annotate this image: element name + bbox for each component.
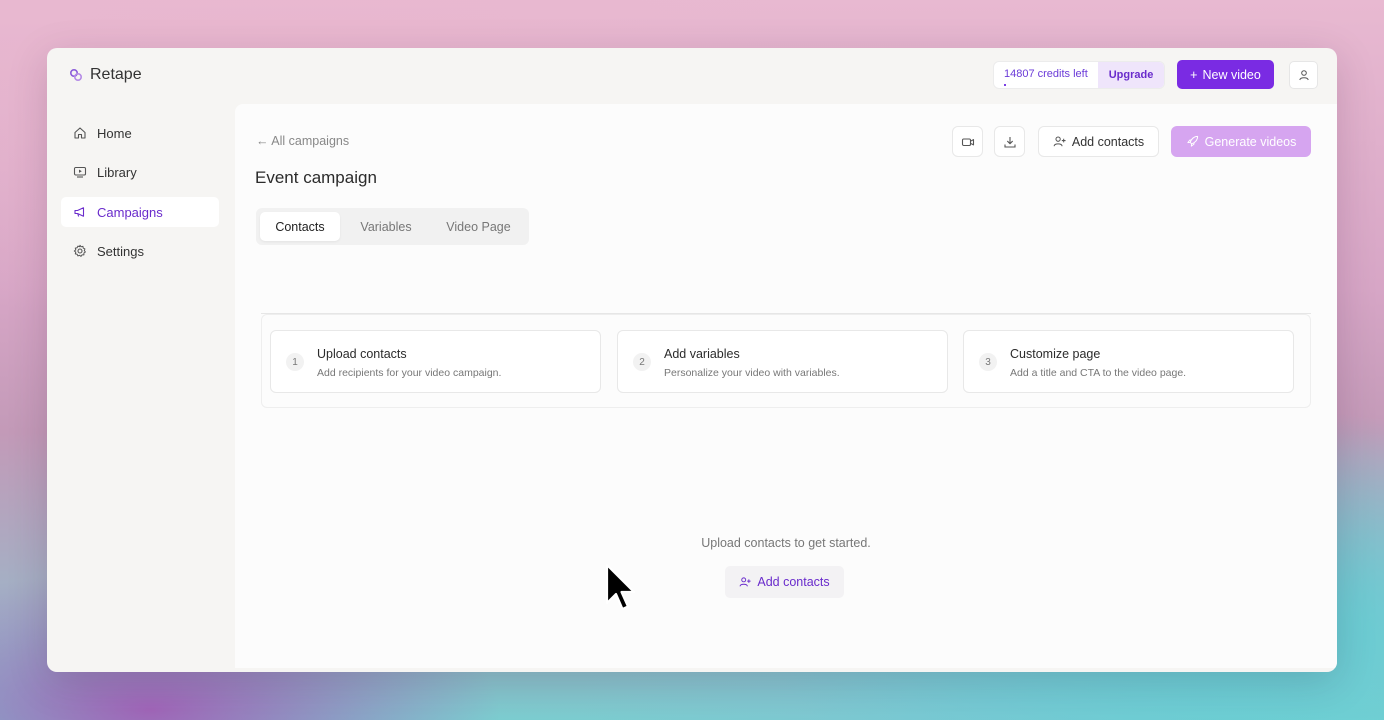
- brand-name: Retape: [90, 66, 142, 83]
- sidebar-item-settings[interactable]: Settings: [61, 236, 219, 266]
- user-icon: [1298, 70, 1309, 81]
- add-contacts-label: Add contacts: [1071, 134, 1145, 149]
- back-to-campaigns-link[interactable]: ← All campaigns: [256, 134, 349, 148]
- sidebar-item-label: Campaigns: [97, 204, 163, 220]
- brand-logo[interactable]: Retape: [69, 66, 142, 84]
- tab-contacts[interactable]: Contacts: [260, 212, 340, 241]
- step-title: Upload contacts: [317, 347, 407, 361]
- empty-state-add-contacts-button[interactable]: Add contacts: [725, 566, 844, 598]
- home-icon: [74, 127, 86, 139]
- plus-icon: +: [1190, 67, 1198, 82]
- step-number: 3: [979, 353, 997, 371]
- download-button[interactable]: [994, 126, 1025, 157]
- page-title: Event campaign: [255, 168, 377, 187]
- app-window: Retape 14807 credits left Upgrade + New …: [47, 48, 1337, 672]
- step-title: Customize page: [1010, 347, 1101, 361]
- step-description: Add a title and CTA to the video page.: [1010, 367, 1187, 379]
- sidebar-item-label: Library: [97, 164, 137, 180]
- megaphone-icon: [74, 207, 85, 217]
- user-menu-button[interactable]: [1289, 61, 1318, 89]
- campaign-tabs: Contacts Variables Video Page: [256, 208, 529, 245]
- empty-state-add-contacts-label: Add contacts: [757, 575, 830, 589]
- credits-label: 14807 credits left: [994, 62, 1098, 88]
- step-card-customize-page[interactable]: 3 Customize page Add a title and CTA to …: [963, 330, 1294, 393]
- credits-widget: 14807 credits left Upgrade: [993, 61, 1165, 89]
- step-number: 2: [633, 353, 651, 371]
- step-card-add-variables[interactable]: 2 Add variables Personalize your video w…: [617, 330, 948, 393]
- sidebar-item-label: Home: [97, 125, 132, 141]
- video-camera-icon: [961, 137, 974, 146]
- mouse-cursor-icon: [605, 563, 636, 611]
- step-title: Add variables: [664, 347, 740, 361]
- gear-icon: [73, 244, 86, 257]
- tab-video-page[interactable]: Video Page: [432, 212, 525, 241]
- record-video-button[interactable]: [952, 126, 983, 157]
- sidebar: Home Library Campaigns Settings «: [47, 104, 235, 672]
- top-bar: Retape 14807 credits left Upgrade + New …: [47, 48, 1337, 104]
- sidebar-item-home[interactable]: Home: [61, 118, 219, 148]
- generate-videos-button[interactable]: Generate videos: [1171, 126, 1311, 157]
- step-description: Add recipients for your video campaign.: [317, 367, 502, 379]
- generate-videos-label: Generate videos: [1204, 134, 1297, 149]
- new-video-button[interactable]: + New video: [1177, 60, 1274, 89]
- add-contacts-button[interactable]: Add contacts: [1038, 126, 1159, 157]
- sidebar-item-campaigns[interactable]: Campaigns: [61, 197, 219, 227]
- add-user-icon: [739, 577, 751, 587]
- step-card-upload-contacts[interactable]: 1 Upload contacts Add recipients for you…: [270, 330, 601, 393]
- step-number: 1: [286, 353, 304, 371]
- download-icon: [1003, 136, 1016, 148]
- upgrade-button[interactable]: Upgrade: [1098, 62, 1164, 88]
- retape-logo-icon: [69, 68, 83, 82]
- library-icon: [73, 166, 87, 178]
- new-video-label: New video: [1202, 67, 1261, 82]
- sidebar-item-label: Settings: [97, 243, 144, 259]
- rocket-icon: [1187, 135, 1198, 147]
- empty-state-text: Upload contacts to get started.: [701, 536, 871, 550]
- add-user-icon: [1053, 136, 1066, 147]
- sidebar-item-library[interactable]: Library: [61, 157, 219, 187]
- main-content: ← All campaigns Event campaign Add conta…: [235, 104, 1337, 668]
- tab-variables[interactable]: Variables: [340, 212, 432, 241]
- step-description: Personalize your video with variables.: [664, 367, 840, 379]
